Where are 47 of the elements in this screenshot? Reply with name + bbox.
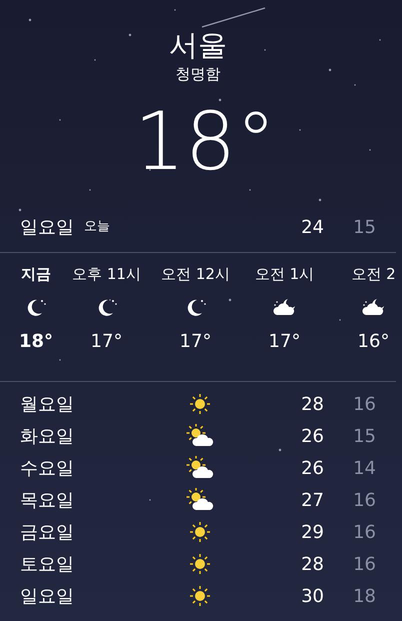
high-temperature: 26 [300, 456, 324, 480]
low-temperature: 16 [352, 488, 376, 512]
high-temperature: 28 [300, 392, 324, 416]
hour-label: 지금 [21, 264, 51, 285]
sun-cloud-icon [186, 488, 214, 512]
high-temperature: 24 [300, 216, 324, 240]
cloud-moon-icon [272, 296, 298, 316]
weather-condition: 청명함 [176, 64, 220, 84]
city-name: 서울 [169, 27, 227, 64]
today-label: 오늘 [84, 218, 110, 236]
low-temperature: 14 [352, 456, 376, 480]
cloud-moon-icon [360, 296, 386, 316]
hour-temperature: 17° [180, 330, 212, 354]
high-temperature: 26 [300, 424, 324, 448]
low-temperature: 18 [352, 584, 376, 608]
low-temperature: 15 [352, 216, 376, 240]
low-temperature: 15 [352, 424, 376, 448]
day-name: 목요일 [20, 488, 75, 512]
day-name: 금요일 [20, 520, 75, 544]
hour-label: 오후 11시 [72, 264, 141, 285]
day-name: 일요일 [20, 216, 74, 240]
low-temperature: 16 [352, 392, 376, 416]
current-temperature: 18° [134, 94, 276, 190]
hour-temperature: 16° [358, 330, 390, 354]
high-temperature: 28 [300, 552, 324, 576]
hour-temperature: 18° [18, 330, 54, 354]
high-temperature: 30 [300, 584, 324, 608]
hour-temperature: 17° [268, 330, 300, 354]
day-name: 화요일 [20, 424, 75, 448]
hour-label: 오전 12시 [161, 264, 230, 285]
sun-icon [188, 552, 212, 576]
day-name: 수요일 [20, 456, 75, 480]
day-name: 일요일 [20, 584, 75, 608]
sun-icon [188, 392, 212, 416]
hour-temperature: 17° [90, 330, 122, 354]
hour-label: 오전 2 [351, 264, 396, 285]
sun-icon [188, 520, 212, 544]
day-name: 토요일 [20, 552, 75, 576]
sun-cloud-icon [186, 456, 214, 480]
low-temperature: 16 [352, 520, 376, 544]
hour-label: 오전 1시 [254, 264, 314, 285]
day-name: 월요일 [20, 392, 75, 416]
low-temperature: 16 [352, 552, 376, 576]
sun-cloud-icon [186, 424, 214, 448]
high-temperature: 27 [300, 488, 324, 512]
high-temperature: 29 [300, 520, 324, 544]
sun-icon [188, 584, 212, 608]
